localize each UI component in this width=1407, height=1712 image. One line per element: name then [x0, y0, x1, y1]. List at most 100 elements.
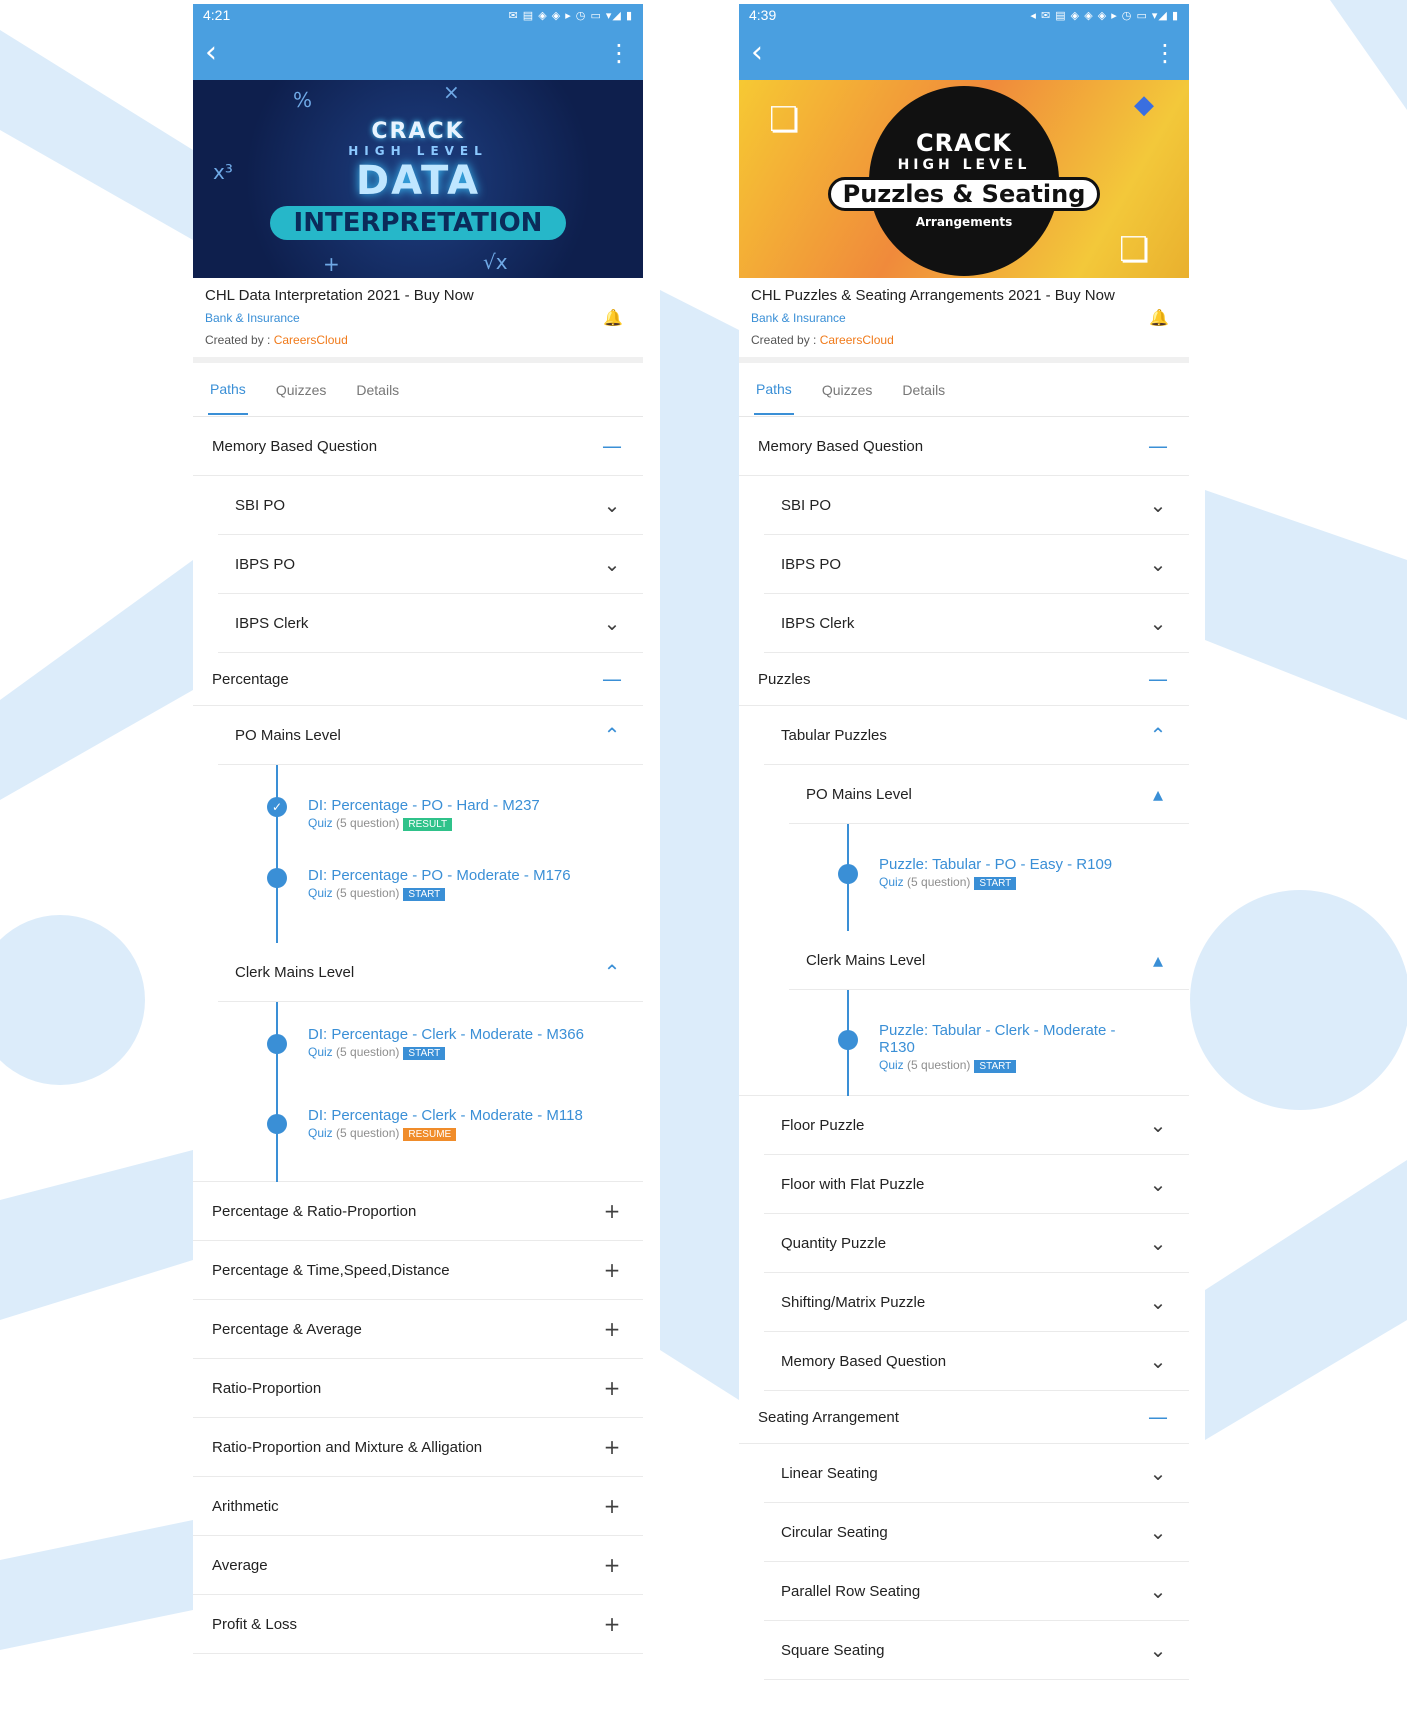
question-count: (5 question) — [336, 886, 400, 900]
tab-paths[interactable]: Paths — [208, 365, 248, 415]
item-square-seating[interactable]: Square Seating ⌄ — [764, 1621, 1189, 1680]
banner-text: CRACK HIGH LEVEL Puzzles & Seating Arran… — [827, 129, 1101, 229]
lesson-title[interactable]: DI: Percentage - PO - Moderate - M176 — [308, 867, 623, 884]
creator-org[interactable]: CareersCloud — [820, 333, 894, 347]
row-label: Quantity Puzzle — [781, 1234, 887, 1252]
tab-quizzes[interactable]: Quizzes — [820, 366, 875, 414]
tab-quizzes[interactable]: Quizzes — [274, 366, 329, 414]
timeline-dot — [838, 864, 858, 884]
course-category[interactable]: Bank & Insurance — [751, 311, 1177, 325]
row-label: Memory Based Question — [781, 1352, 947, 1370]
item-quantity-puzzle[interactable]: Quantity Puzzle ⌄ — [764, 1214, 1189, 1273]
row-label: Tabular Puzzles — [781, 726, 887, 744]
plus-icon: + — [603, 1494, 621, 1518]
item-shifting-matrix-puzzle[interactable]: Shifting/Matrix Puzzle ⌄ — [764, 1273, 1189, 1332]
row-label: Puzzles — [758, 670, 811, 688]
lesson-title[interactable]: DI: Percentage - Clerk - Moderate - M366 — [308, 1026, 623, 1043]
back-arrow-icon[interactable]: ‹ — [751, 38, 763, 68]
tab-paths[interactable]: Paths — [754, 365, 794, 415]
minus-icon: — — [602, 667, 622, 691]
row-label: SBI PO — [235, 496, 286, 514]
more-vert-icon[interactable]: ⋮ — [607, 39, 631, 67]
start-button[interactable]: START — [403, 1047, 446, 1060]
course-info: CHL Puzzles & Seating Arrangements 2021 … — [739, 278, 1189, 363]
section-ratio-proportion[interactable]: Ratio-Proportion + — [193, 1359, 643, 1418]
row-label: Seating Arrangement — [758, 1408, 899, 1426]
section-profit-loss[interactable]: Profit & Loss + — [193, 1595, 643, 1654]
timeline-line — [276, 1002, 278, 1182]
lesson-item[interactable]: Puzzle: Tabular - Clerk - Moderate - R13… — [879, 1022, 1129, 1073]
cube-power-decoration: x³ — [213, 160, 233, 184]
caret-up-icon: ▴ — [1152, 948, 1164, 972]
tab-details[interactable]: Details — [354, 366, 401, 414]
back-arrow-icon[interactable]: ‹ — [205, 38, 217, 68]
chevron-down-icon: ⌄ — [1149, 1290, 1167, 1314]
lesson-item[interactable]: DI: Percentage - Clerk - Moderate - M366… — [308, 1026, 623, 1060]
lesson-item[interactable]: Puzzle: Tabular - PO - Easy - R109 Quiz … — [879, 856, 1149, 890]
item-circular-seating[interactable]: Circular Seating ⌄ — [764, 1503, 1189, 1562]
chevron-up-icon: ⌃ — [1149, 723, 1167, 747]
course-category[interactable]: Bank & Insurance — [205, 311, 631, 325]
row-label: PO Mains Level — [235, 726, 341, 744]
more-vert-icon[interactable]: ⋮ — [1153, 39, 1177, 67]
status-system-icons: ✉ ▤ ◈ ◈ ▸ ◷ ▭ ▾◢ ▮ — [508, 9, 633, 22]
tab-details[interactable]: Details — [900, 366, 947, 414]
creator-org[interactable]: CareersCloud — [274, 333, 348, 347]
item-po-mains-level[interactable]: PO Mains Level ⌃ — [218, 706, 643, 765]
course-banner: ❏ ❏ ◆ CRACK HIGH LEVEL Puzzles & Seating… — [739, 80, 1189, 278]
start-button[interactable]: START — [974, 1060, 1017, 1073]
quiz-label: Quiz — [308, 1126, 333, 1140]
resume-button[interactable]: RESUME — [403, 1128, 457, 1141]
section-memory-based-question[interactable]: Memory Based Question — — [193, 417, 643, 476]
section-percentage-average[interactable]: Percentage & Average + — [193, 1300, 643, 1359]
item-ibps-po[interactable]: IBPS PO ⌄ — [764, 535, 1189, 594]
row-label: Square Seating — [781, 1641, 885, 1659]
section-percentage-time-speed-distance[interactable]: Percentage & Time,Speed,Distance + — [193, 1241, 643, 1300]
item-parallel-row-seating[interactable]: Parallel Row Seating ⌄ — [764, 1562, 1189, 1621]
lesson-item[interactable]: DI: Percentage - PO - Moderate - M176 Qu… — [308, 867, 623, 901]
section-arithmetic[interactable]: Arithmetic + — [193, 1477, 643, 1536]
lesson-title[interactable]: Puzzle: Tabular - PO - Easy - R109 — [879, 856, 1149, 873]
lesson-item[interactable]: DI: Percentage - PO - Hard - M237 Quiz (… — [308, 797, 623, 831]
minus-icon: — — [602, 434, 622, 458]
lesson-item[interactable]: DI: Percentage - Clerk - Moderate - M118… — [308, 1107, 623, 1141]
section-percentage-ratio-proportion[interactable]: Percentage & Ratio-Proportion + — [193, 1182, 643, 1241]
puzzle-piece-decoration: ❏ — [1119, 230, 1150, 270]
check-icon: ✓ — [267, 797, 287, 817]
item-sbi-po[interactable]: SBI PO ⌄ — [218, 476, 643, 535]
item-sbi-po[interactable]: SBI PO ⌄ — [764, 476, 1189, 535]
item-floor-with-flat-puzzle[interactable]: Floor with Flat Puzzle ⌄ — [764, 1155, 1189, 1214]
row-label: IBPS PO — [235, 555, 296, 573]
lesson-title[interactable]: Puzzle: Tabular - Clerk - Moderate - R13… — [879, 1022, 1129, 1056]
section-average[interactable]: Average + — [193, 1536, 643, 1595]
lesson-meta: Quiz (5 question) START — [308, 1045, 623, 1060]
lesson-title[interactable]: DI: Percentage - PO - Hard - M237 — [308, 797, 623, 814]
chevron-down-icon: ⌄ — [1149, 1172, 1167, 1196]
section-seating-arrangement[interactable]: Seating Arrangement — — [739, 1391, 1189, 1444]
chevron-down-icon: ⌄ — [1149, 1461, 1167, 1485]
section-puzzles[interactable]: Puzzles — — [739, 653, 1189, 706]
start-button[interactable]: START — [974, 877, 1017, 890]
item-memory-based-question[interactable]: Memory Based Question ⌄ — [764, 1332, 1189, 1391]
start-button[interactable]: START — [403, 888, 446, 901]
lesson-title[interactable]: DI: Percentage - Clerk - Moderate - M118 — [308, 1107, 623, 1124]
row-label: IBPS Clerk — [235, 614, 309, 632]
row-label: PO Mains Level — [806, 785, 912, 803]
item-ibps-po[interactable]: IBPS PO ⌄ — [218, 535, 643, 594]
bell-icon[interactable]: 🔔 — [1149, 308, 1169, 327]
item-clerk-mains-level[interactable]: Clerk Mains Level ⌃ — [218, 943, 643, 1002]
item-tabular-puzzles[interactable]: Tabular Puzzles ⌃ — [764, 706, 1189, 765]
bell-icon[interactable]: 🔔 — [603, 308, 623, 327]
item-floor-puzzle[interactable]: Floor Puzzle ⌄ — [764, 1096, 1189, 1155]
section-ratio-mixture-alligation[interactable]: Ratio-Proportion and Mixture & Alligatio… — [193, 1418, 643, 1477]
section-percentage[interactable]: Percentage — — [193, 653, 643, 706]
item-ibps-clerk[interactable]: IBPS Clerk ⌄ — [218, 594, 643, 653]
plus-icon: + — [603, 1553, 621, 1577]
item-clerk-mains-level[interactable]: Clerk Mains Level ▴ — [789, 931, 1189, 990]
section-memory-based-question[interactable]: Memory Based Question — — [739, 417, 1189, 476]
result-button[interactable]: RESULT — [403, 818, 453, 831]
item-ibps-clerk[interactable]: IBPS Clerk ⌄ — [764, 594, 1189, 653]
course-creator: Created by : CareersCloud — [205, 333, 631, 347]
item-po-mains-level[interactable]: PO Mains Level ▴ — [789, 765, 1189, 824]
item-linear-seating[interactable]: Linear Seating ⌄ — [764, 1444, 1189, 1503]
